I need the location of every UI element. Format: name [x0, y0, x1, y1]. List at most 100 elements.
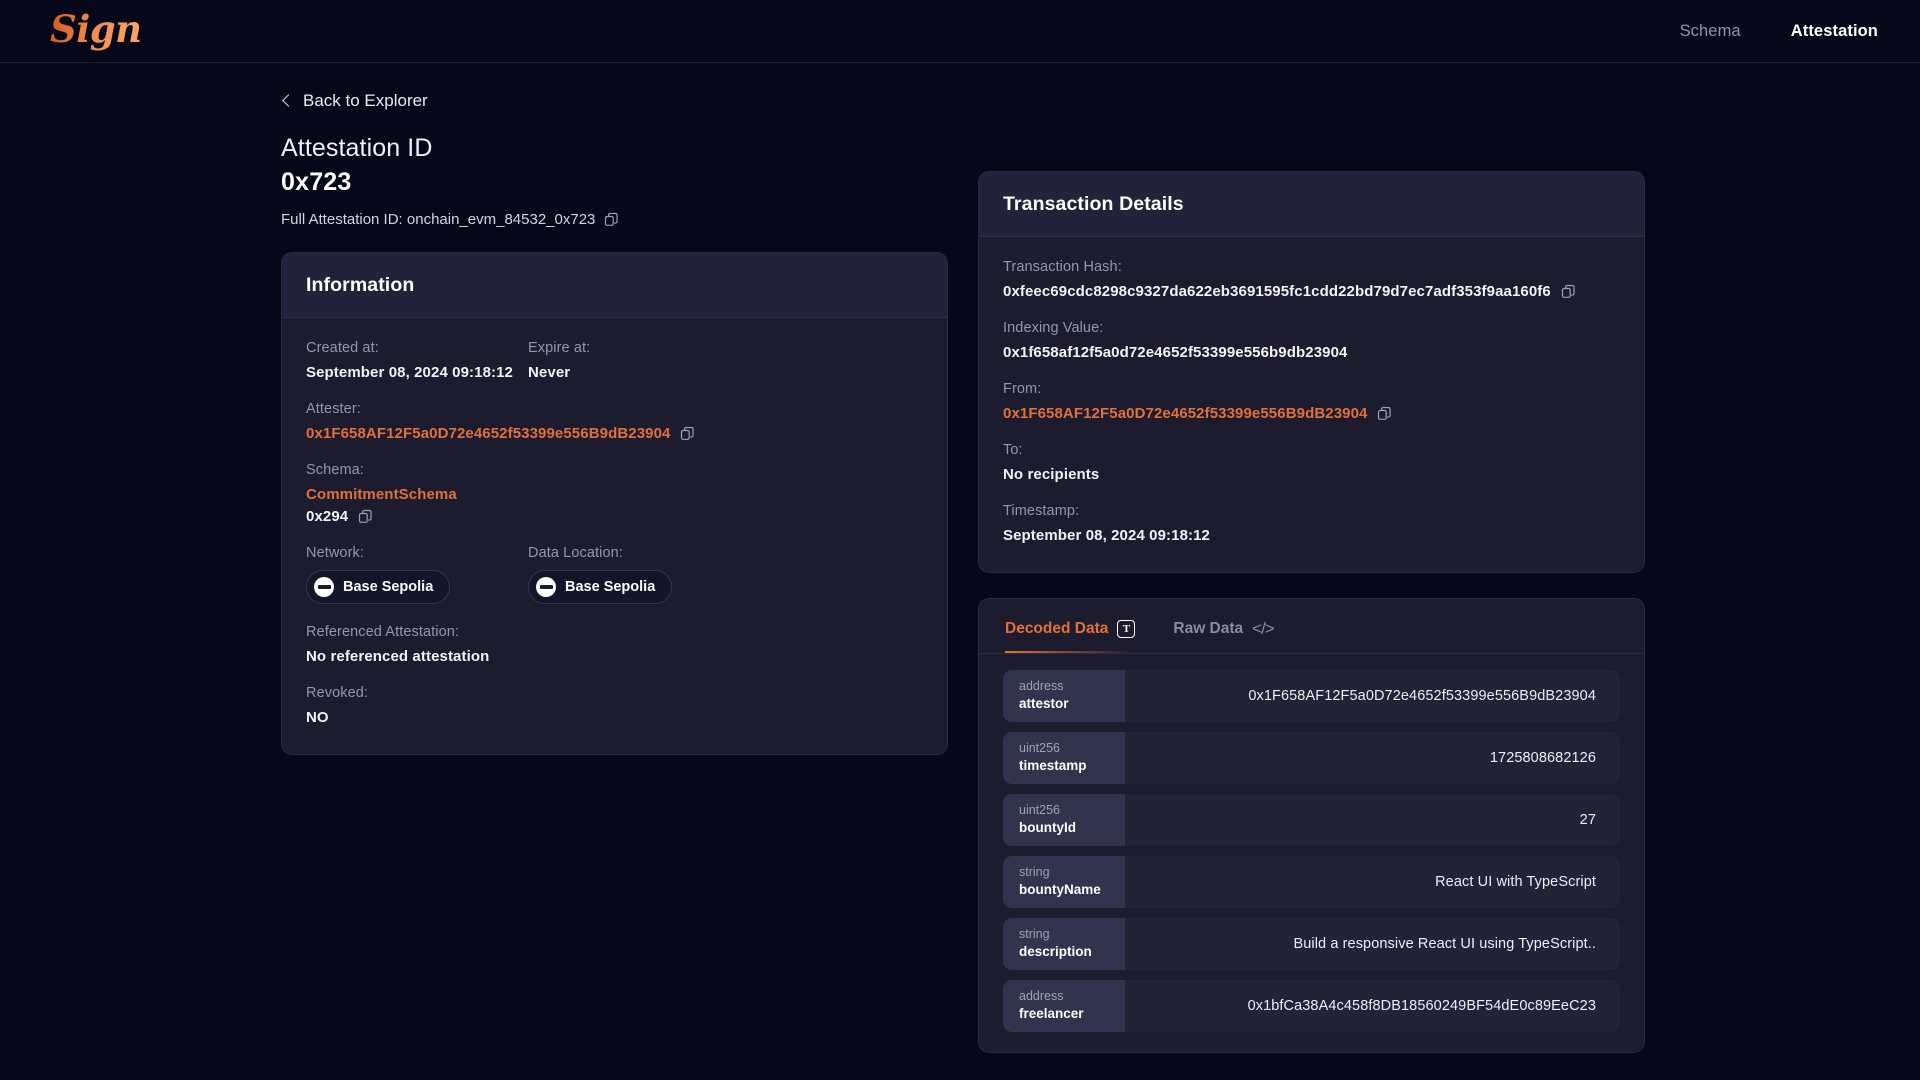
row-type: string — [1019, 865, 1050, 880]
network-value: Base Sepolia — [343, 579, 434, 595]
timestamp-value: September 08, 2024 09:18:12 — [1003, 527, 1210, 544]
tx-hash-field: Transaction Hash: 0xfeec69cdc8298c9327da… — [1003, 259, 1620, 300]
attestation-id-value: 0x723 — [281, 168, 352, 196]
transaction-details-body: Transaction Hash: 0xfeec69cdc8298c9327da… — [979, 237, 1644, 572]
full-attestation-id-label: Full Attestation ID: onchain_evm_84532_0… — [281, 211, 596, 228]
created-at-field: Created at: September 08, 2024 09:18:12 — [306, 340, 528, 381]
row-key: string description — [1003, 918, 1125, 970]
row-type: uint256 — [1019, 803, 1061, 818]
back-to-explorer-label: Back to Explorer — [303, 91, 428, 110]
back-to-explorer-link[interactable]: Back to Explorer — [281, 91, 428, 111]
created-at-label: Created at: — [306, 340, 379, 356]
to-label: To: — [1003, 442, 1023, 458]
row-name: attestor — [1019, 696, 1069, 712]
schema-id: 0x294 — [306, 508, 349, 525]
copy-icon[interactable] — [1561, 284, 1576, 299]
indexing-value-value: 0x1f658af12f5a0d72e4652f53399e556b9db239… — [1003, 344, 1348, 361]
attester-address[interactable]: 0x1F658AF12F5a0D72e4652f53399e556B9dB239… — [306, 425, 670, 442]
data-location-label: Data Location: — [528, 545, 623, 561]
row-type: string — [1019, 927, 1050, 942]
attester-field: Attester: 0x1F658AF12F5a0D72e4652f53399e… — [306, 401, 923, 442]
attester-label: Attester: — [306, 401, 361, 417]
row-key: address attestor — [1003, 670, 1125, 722]
network-location-row: Network: Base Sepolia Data Location: Bas… — [306, 545, 923, 604]
table-row: string description Build a responsive Re… — [1003, 918, 1620, 970]
row-value: React UI with TypeScript — [1435, 874, 1596, 890]
page-title: Attestation ID — [281, 134, 433, 162]
revoked-field: Revoked: NO — [306, 685, 923, 726]
row-name: description — [1019, 944, 1092, 960]
information-card: Information Created at: September 08, 20… — [281, 252, 948, 755]
from-field: From: 0x1F658AF12F5a0D72e4652f53399e556B… — [1003, 381, 1620, 422]
information-card-title: Information — [282, 253, 947, 318]
table-row: address freelancer 0x1bfCa38A4c458f8DB18… — [1003, 980, 1620, 1032]
referenced-attestation-label: Referenced Attestation: — [306, 624, 460, 640]
row-key: address freelancer — [1003, 980, 1125, 1032]
sign-logo[interactable]: Sign — [50, 10, 142, 52]
chevron-left-icon — [281, 96, 292, 107]
tab-decoded-data-label: Decoded Data — [1005, 620, 1109, 637]
tx-hash-label: Transaction Hash: — [1003, 259, 1122, 275]
row-type: uint256 — [1019, 741, 1061, 756]
code-brackets-icon: </> — [1252, 619, 1275, 638]
to-value: No recipients — [1003, 466, 1100, 483]
top-navigation-bar: Sign Schema Attestation — [0, 0, 1920, 63]
revoked-value: NO — [306, 709, 329, 726]
expire-at-value: Never — [528, 364, 571, 381]
right-column: Transaction Details Transaction Hash: 0x… — [978, 91, 1645, 1080]
network-pill[interactable]: Base Sepolia — [306, 570, 451, 604]
row-value: 0x1F658AF12F5a0D72e4652f53399e556B9dB239… — [1248, 688, 1596, 704]
network-field: Network: Base Sepolia — [306, 545, 528, 604]
timestamp-label: Timestamp: — [1003, 503, 1080, 519]
tab-decoded-data[interactable]: Decoded Data T — [1005, 620, 1136, 653]
copy-icon[interactable] — [1377, 406, 1392, 421]
row-name: bountyName — [1019, 882, 1101, 898]
row-key: uint256 bountyId — [1003, 794, 1125, 846]
referenced-attestation-field: Referenced Attestation: No referenced at… — [306, 624, 923, 665]
page-content: Back to Explorer Attestation ID 0x723 Fu… — [0, 63, 1920, 1080]
row-value: 27 — [1579, 812, 1596, 828]
expire-at-label: Expire at: — [528, 340, 591, 356]
data-location-pill[interactable]: Base Sepolia — [528, 570, 673, 604]
tx-hash-value: 0xfeec69cdc8298c9327da622eb3691595fc1cdd… — [1003, 283, 1551, 300]
schema-name[interactable]: CommitmentSchema — [306, 486, 923, 503]
row-value: 1725808682126 — [1489, 750, 1596, 766]
attester-value-row: 0x1F658AF12F5a0D72e4652f53399e556B9dB239… — [306, 425, 923, 442]
data-location-value: Base Sepolia — [565, 579, 656, 595]
row-name: timestamp — [1019, 758, 1087, 774]
from-address[interactable]: 0x1F658AF12F5a0D72e4652f53399e556B9dB239… — [1003, 405, 1367, 422]
schema-id-row: 0x294 — [306, 508, 923, 525]
row-name: bountyId — [1019, 820, 1076, 836]
nav-link-attestation[interactable]: Attestation — [1791, 22, 1878, 41]
row-type: address — [1019, 989, 1064, 1004]
table-row: uint256 bountyId 27 — [1003, 794, 1620, 846]
left-column: Back to Explorer Attestation ID 0x723 Fu… — [281, 91, 948, 1080]
row-value: 0x1bfCa38A4c458f8DB18560249BF54dE0c89EeC… — [1247, 998, 1596, 1014]
nav-link-schema[interactable]: Schema — [1680, 22, 1741, 41]
table-row: string bountyName React UI with TypeScri… — [1003, 856, 1620, 908]
created-at-value: September 08, 2024 09:18:12 — [306, 364, 513, 381]
copy-icon[interactable] — [358, 509, 373, 524]
network-label: Network: — [306, 545, 365, 561]
decoded-data-rows: address attestor 0x1F658AF12F5a0D72e4652… — [979, 654, 1644, 1052]
information-card-body: Created at: September 08, 2024 09:18:12 … — [282, 318, 947, 754]
row-key: string bountyName — [1003, 856, 1125, 908]
tab-raw-data[interactable]: Raw Data </> — [1173, 619, 1275, 653]
from-row: 0x1F658AF12F5a0D72e4652f53399e556B9dB239… — [1003, 405, 1620, 422]
row-type: address — [1019, 679, 1064, 694]
copy-icon[interactable] — [680, 426, 695, 441]
schema-label: Schema: — [306, 462, 364, 478]
table-row: address attestor 0x1F658AF12F5a0D72e4652… — [1003, 670, 1620, 722]
base-chain-icon — [536, 577, 556, 597]
data-panel-tabs: Decoded Data T Raw Data </> — [979, 599, 1644, 654]
expire-at-field: Expire at: Never — [528, 340, 590, 381]
base-chain-icon — [314, 577, 334, 597]
row-name: freelancer — [1019, 1006, 1084, 1022]
tx-hash-row: 0xfeec69cdc8298c9327da622eb3691595fc1cdd… — [1003, 283, 1620, 300]
transaction-details-card: Transaction Details Transaction Hash: 0x… — [978, 171, 1645, 573]
main-nav: Schema Attestation — [1680, 22, 1878, 41]
from-label: From: — [1003, 381, 1042, 397]
copy-icon[interactable] — [604, 212, 619, 227]
table-row: uint256 timestamp 1725808682126 — [1003, 732, 1620, 784]
referenced-attestation-value: No referenced attestation — [306, 648, 490, 665]
